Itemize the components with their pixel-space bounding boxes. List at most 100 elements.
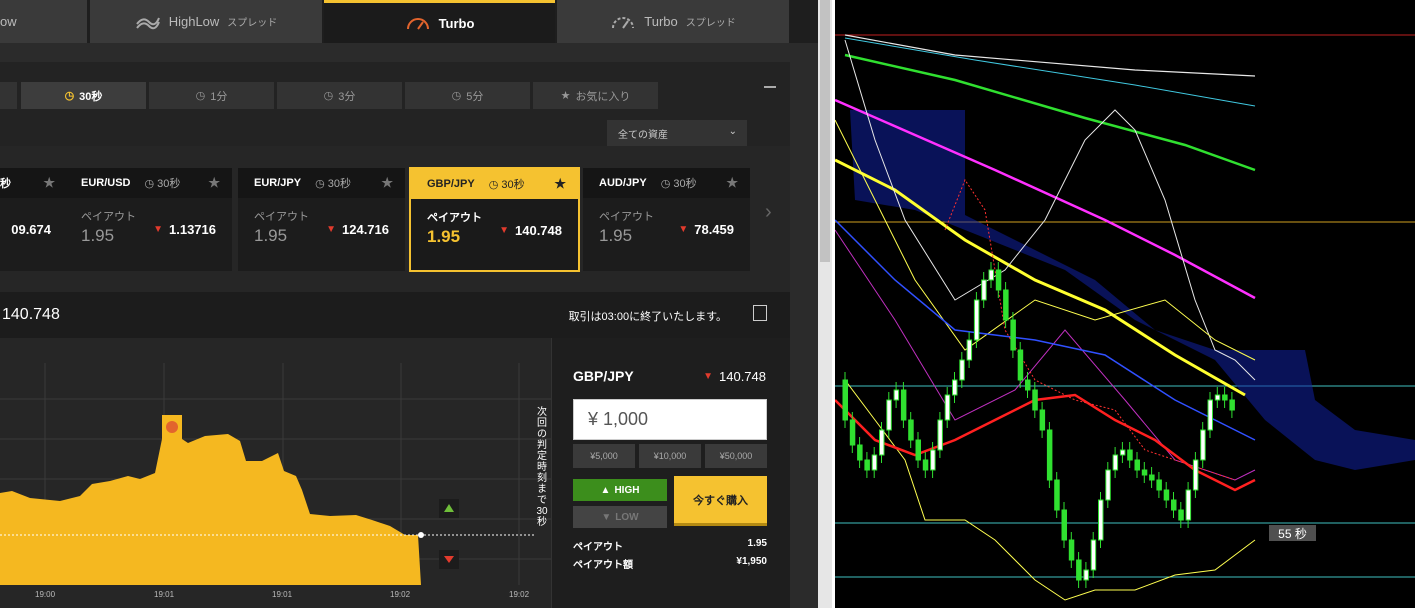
star-icon[interactable]: ★ — [43, 175, 55, 191]
envelope-purple — [835, 229, 1256, 481]
star-icon[interactable]: ★ — [381, 175, 393, 191]
up-arrow-icon: ▲ — [600, 484, 611, 496]
candle-body — [1141, 469, 1148, 476]
asset-card-eurusd[interactable]: EUR/USD ◷ 30秒 ★ ペイアウト 1.95 ▼ 1.13716 — [65, 168, 232, 271]
scrollbar[interactable] — [818, 0, 832, 608]
scrollbar-thumb[interactable] — [820, 0, 830, 262]
order-pair: GBP/JPY — [573, 368, 634, 384]
asset-card[interactable]: 秒 ★ 09.674 — [0, 168, 67, 271]
duration-favorites[interactable]: ★ お気に入り — [533, 82, 658, 109]
minimize-icon[interactable] — [764, 86, 776, 88]
candle-body — [1200, 429, 1206, 461]
candle-body — [1017, 349, 1024, 381]
payout-value: 1.95 — [254, 226, 288, 245]
candle-body — [1068, 539, 1075, 561]
quick-amount-button[interactable]: ¥50,000 — [705, 444, 767, 468]
tab-label: HighLow — [168, 14, 220, 29]
mt4-candle-chart — [835, 0, 1415, 608]
duration-text: 30秒 — [673, 178, 697, 190]
candle-body — [1178, 509, 1184, 521]
duration-1m[interactable]: ◷ 1分 — [149, 82, 274, 109]
buy-now-button[interactable]: 今すぐ購入 — [674, 476, 767, 526]
down-arrow-icon: ▼ — [326, 224, 336, 235]
down-arrow-icon: ▼ — [703, 371, 713, 382]
duration-label: 30秒 — [79, 90, 103, 103]
candle-body — [1192, 459, 1199, 491]
star-icon: ★ — [560, 90, 571, 102]
candle-body — [930, 449, 936, 471]
candlesticks — [842, 262, 1235, 588]
asset-card-eurjpy[interactable]: EUR/JPY ◷ 30秒 ★ ペイアウト 1.95 ▼ 124.716 — [238, 168, 405, 271]
calendar-icon[interactable] — [753, 305, 767, 321]
low-button[interactable]: ▼ LOW — [573, 506, 667, 528]
candle-body — [1098, 499, 1104, 541]
highlow-panel: ow HighLow スプレッド Turbo Turbo スプレッド ◷ 30秒 — [0, 0, 818, 608]
next-judgment-text: 次回の判定時刻まで30秒 — [536, 407, 548, 528]
payout-value: 1.95 — [81, 226, 115, 245]
candle-body — [937, 419, 943, 451]
candle-body — [1119, 449, 1126, 456]
price-area — [0, 434, 421, 585]
fire-marker-icon — [162, 415, 182, 439]
order-panel: GBP/JPY ▼ 140.748 ¥ 1,000 ¥5,000 ¥10,000 … — [551, 338, 790, 608]
down-arrow-icon: ▼ — [678, 224, 689, 235]
rate-value: 140.748 — [719, 369, 766, 384]
bollinger-upper — [844, 39, 1256, 381]
tab-highlow-spread[interactable]: HighLow スプレッド — [90, 0, 322, 43]
candle-body — [1214, 394, 1221, 401]
star-icon[interactable]: ★ — [554, 176, 566, 192]
asset-card-audjpy[interactable]: AUD/JPY ◷ 30秒 ★ ペイアウト 1.95 ▼ 78.459 — [583, 168, 750, 271]
candle-body — [1163, 489, 1170, 501]
candle-body — [1076, 559, 1082, 581]
asset-card-gbpjpy[interactable]: GBP/JPY ◷ 30秒 ★ ペイアウト 1.95 ▼ 140.748 — [409, 167, 580, 272]
star-icon[interactable]: ★ — [726, 175, 738, 191]
candle-body — [1083, 569, 1089, 581]
tab-highlow-partial[interactable]: ow — [0, 0, 87, 43]
duration-partial[interactable] — [0, 82, 17, 109]
chevron-right-icon[interactable]: › — [765, 201, 772, 224]
down-arrow-icon: ▼ — [601, 511, 612, 523]
quick-amount-button[interactable]: ¥10,000 — [639, 444, 701, 468]
candle-body — [893, 389, 900, 401]
duration-label: 3分 — [338, 90, 356, 103]
card-header: AUD/JPY ◷ 30秒 ★ — [583, 168, 750, 198]
card-rate: ▼ 124.716 — [326, 222, 389, 237]
high-marker-icon — [439, 499, 459, 518]
tab-turbo-spread[interactable]: Turbo スプレッド — [557, 0, 789, 43]
duration-5m[interactable]: ◷ 5分 — [405, 82, 530, 109]
candle-body — [1032, 389, 1038, 411]
highlow-spread-icon — [135, 17, 160, 29]
ma-cyan — [844, 37, 1256, 107]
order-rate: ▼ 140.748 — [703, 369, 766, 384]
card-pair: GBP/JPY — [427, 178, 475, 190]
high-label: HIGH — [614, 484, 640, 496]
tab-turbo[interactable]: Turbo — [324, 0, 555, 43]
high-button[interactable]: ▲ HIGH — [573, 479, 667, 501]
rate-value: 1.13716 — [169, 222, 216, 237]
down-arrow-icon: ▼ — [499, 225, 509, 236]
star-icon[interactable]: ★ — [208, 175, 220, 191]
duration-3m[interactable]: ◷ 3分 — [277, 82, 402, 109]
duration-text: 30秒 — [157, 178, 181, 190]
candle-body — [1039, 409, 1046, 431]
time-label: 19:02 — [509, 590, 530, 599]
low-marker-icon — [439, 550, 459, 569]
price-dot — [418, 532, 424, 538]
card-duration: ◷ 30秒 — [488, 179, 525, 191]
asset-filter-value: 全ての資産 — [618, 129, 668, 141]
down-arrow-icon: ▼ — [153, 224, 163, 235]
card-rate: ▼ 1.13716 — [153, 222, 216, 237]
candle-body — [1061, 509, 1067, 541]
amount-input[interactable]: ¥ 1,000 — [573, 399, 767, 440]
quick-amount-button[interactable]: ¥5,000 — [573, 444, 635, 468]
time-label: 19:00 — [35, 590, 56, 599]
candle-body — [1127, 449, 1133, 461]
duration-30s[interactable]: ◷ 30秒 — [21, 82, 146, 109]
asset-filter-select[interactable]: 全ての資産 ⌄ — [607, 120, 747, 146]
candle-body — [857, 444, 863, 461]
payout-amount-label: ペイアウト額 — [573, 560, 633, 571]
clock-icon: ◷ — [195, 90, 206, 102]
payout-label: ペイアウト — [427, 212, 482, 224]
card-duration: ◷ 30秒 — [660, 178, 697, 190]
candle-body — [871, 454, 878, 471]
